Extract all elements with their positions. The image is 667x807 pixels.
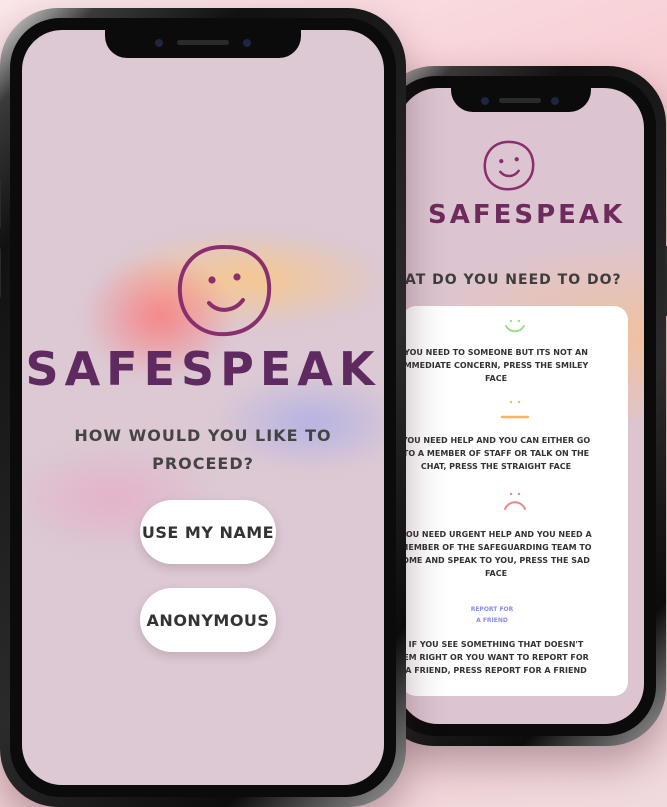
camera-icon bbox=[551, 97, 559, 105]
anonymous-button[interactable]: ANONYMOUS bbox=[140, 588, 276, 652]
option-sad-text: YOU NEED URGENT HELP AND YOU NEED A MEMB… bbox=[400, 530, 592, 578]
volume-up-button bbox=[0, 178, 1, 228]
camera-icon bbox=[243, 39, 251, 47]
option-straight-text: YOU NEED HELP AND YOU CAN EITHER GO TO A… bbox=[401, 436, 591, 471]
page-question: ...AT DO YOU NEED TO DO? bbox=[398, 272, 622, 288]
back-phone-screen: SAFESPEAK ...AT DO YOU NEED TO DO? YOU N… bbox=[398, 88, 644, 724]
smiley-logo-icon bbox=[483, 140, 535, 191]
speaker-grille bbox=[499, 98, 541, 103]
phone-notch bbox=[451, 88, 591, 112]
back-phone-mockup: SAFESPEAK ...AT DO YOU NEED TO DO? YOU N… bbox=[376, 66, 667, 746]
option-smiley-text: YOU NEED TO SOMEONE BUT ITS NOT AN MMEDI… bbox=[403, 348, 589, 383]
straight-face-icon[interactable] bbox=[500, 398, 530, 422]
smiley-logo-icon bbox=[177, 244, 272, 337]
smiley-face-icon[interactable] bbox=[503, 318, 527, 334]
camera-icon bbox=[481, 97, 489, 105]
phone-notch bbox=[105, 30, 301, 58]
front-phone-screen: SAFESPEAK HOW WOULD YOU LIKE TO PROCEED?… bbox=[22, 30, 384, 785]
report-for-friend-link[interactable]: REPORT FOR A FRIEND bbox=[442, 604, 542, 626]
app-title: SAFESPEAK bbox=[428, 200, 626, 230]
volume-down-button bbox=[0, 248, 1, 298]
report-text: IF YOU SEE SOMETHING THAT DOESN'T EM RIG… bbox=[403, 640, 589, 675]
camera-icon bbox=[155, 39, 163, 47]
front-phone-mockup: SAFESPEAK HOW WOULD YOU LIKE TO PROCEED?… bbox=[0, 8, 406, 807]
app-title: SAFESPEAK bbox=[25, 342, 381, 396]
page-question: HOW WOULD YOU LIKE TO PROCEED? bbox=[74, 426, 332, 473]
options-card: YOU NEED TO SOMEONE BUT ITS NOT AN MMEDI… bbox=[400, 306, 628, 696]
sad-face-icon[interactable] bbox=[502, 490, 528, 512]
use-my-name-button[interactable]: USE MY NAME bbox=[140, 500, 276, 564]
speaker-grille bbox=[177, 40, 229, 45]
